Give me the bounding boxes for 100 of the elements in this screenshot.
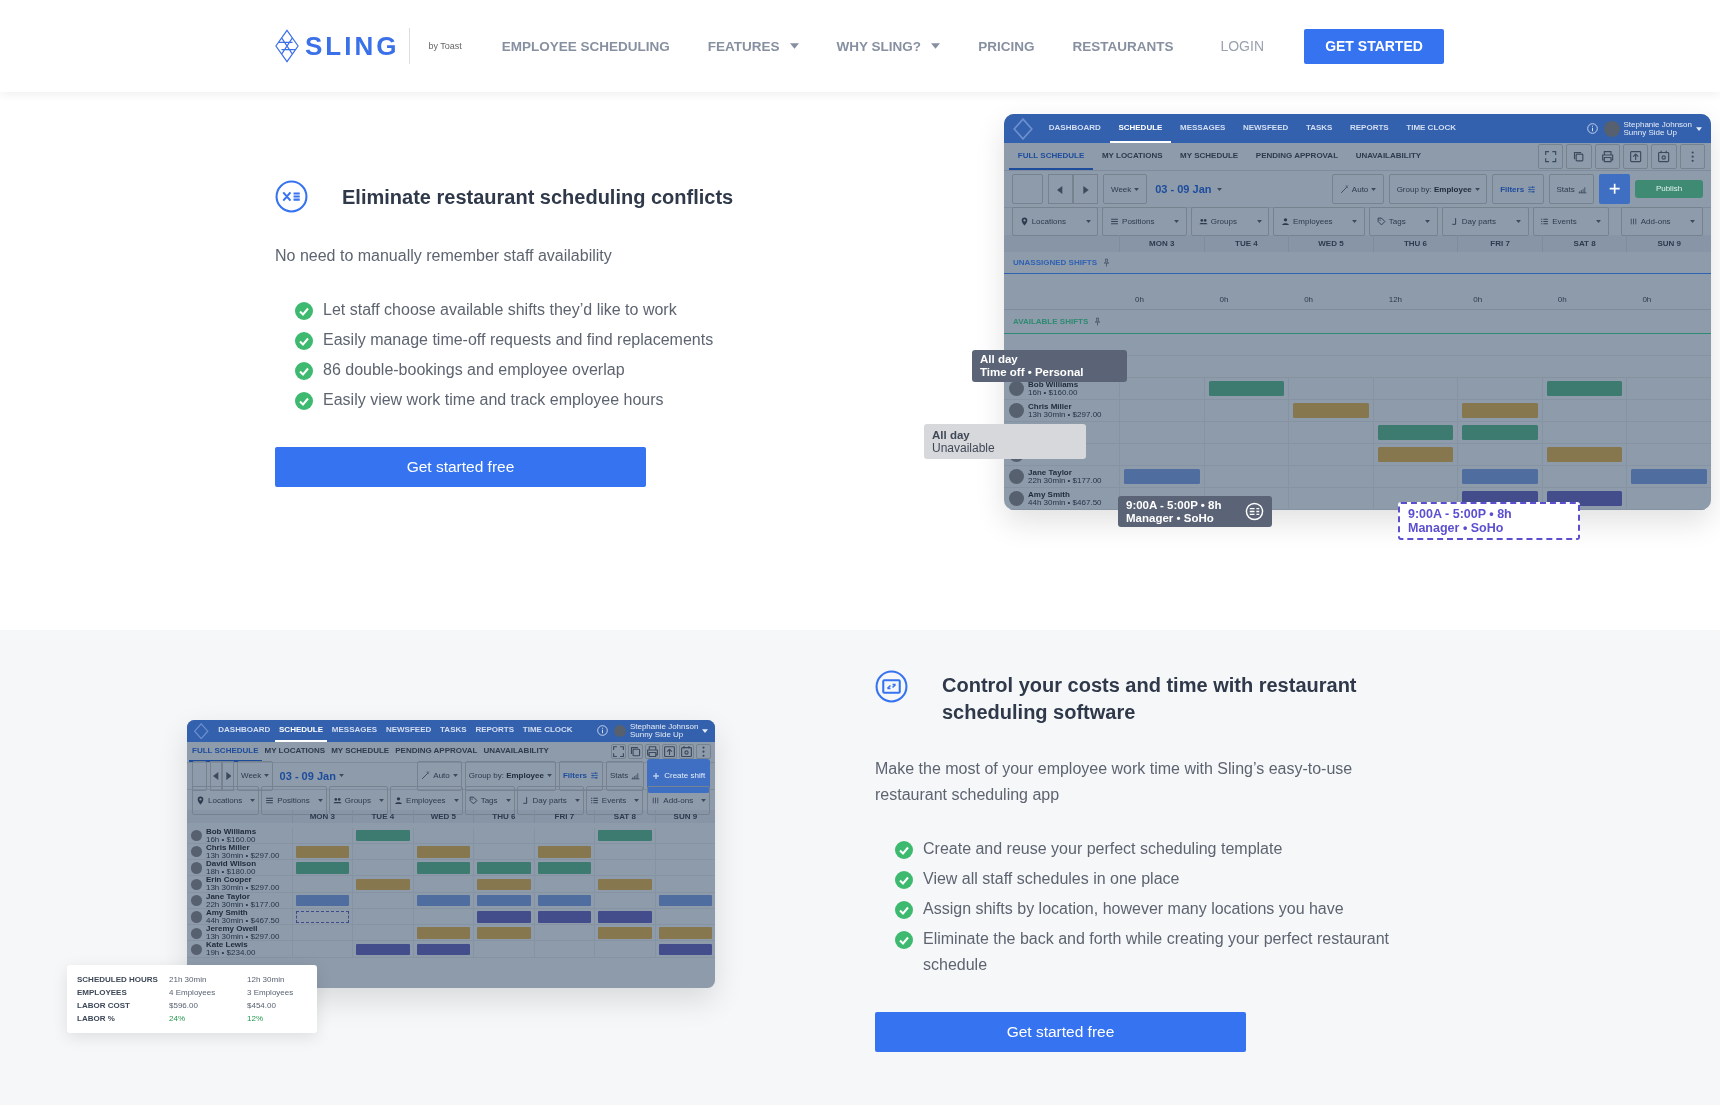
open-shift-slot[interactable] bbox=[295, 911, 350, 923]
login-link[interactable]: LOGIN bbox=[1220, 38, 1264, 54]
view-dropdown[interactable]: Week bbox=[1103, 173, 1147, 205]
next-button[interactable] bbox=[1073, 173, 1099, 205]
app-nav-tab[interactable]: MESSAGES bbox=[1171, 114, 1235, 143]
filter-dropdown[interactable]: Locations bbox=[1012, 206, 1099, 237]
person-icon bbox=[1281, 217, 1291, 226]
filter-dropdown[interactable]: Day parts bbox=[1442, 206, 1529, 237]
checkbox[interactable] bbox=[192, 760, 207, 792]
employee-name: Amy Smith bbox=[205, 908, 249, 917]
day-header: SAT 8 bbox=[1573, 239, 1596, 248]
toolbar-button[interactable] bbox=[611, 744, 627, 760]
nav-link[interactable]: RESTAURANTS bbox=[1072, 38, 1174, 54]
caret-icon bbox=[1425, 220, 1431, 223]
employee-name: Kate Lewis bbox=[205, 941, 249, 950]
caret-icon bbox=[1596, 220, 1602, 223]
app-nav-tab[interactable]: REPORTS bbox=[1341, 114, 1398, 143]
user-name: Stephanie Johnson bbox=[1623, 120, 1692, 129]
nav-link[interactable]: EMPLOYEE SCHEDULING bbox=[501, 38, 670, 54]
app-nav-tab[interactable]: TASKS bbox=[435, 720, 471, 742]
check-icon bbox=[895, 931, 913, 949]
auto-dropdown[interactable]: Auto bbox=[1332, 173, 1384, 205]
view-tab[interactable]: MY SCHEDULE bbox=[328, 741, 393, 762]
get-started-button[interactable]: GET STARTED bbox=[1304, 28, 1444, 64]
app-nav-tab[interactable]: NEWSFEED bbox=[1234, 114, 1298, 143]
toolbar-button[interactable] bbox=[1679, 143, 1705, 170]
toolbar-button[interactable] bbox=[1594, 143, 1620, 170]
feature-text: View all staff schedules in one place bbox=[923, 869, 1180, 889]
view-tab[interactable]: MY LOCATIONS bbox=[1093, 143, 1172, 170]
filters-button[interactable]: Filters bbox=[1492, 173, 1544, 205]
nav-link[interactable]: WHY SLING? bbox=[836, 38, 941, 54]
previous-button[interactable] bbox=[1047, 173, 1073, 205]
view-tab[interactable]: MY LOCATIONS bbox=[261, 741, 329, 762]
date-range: 03 - 09 Jan bbox=[279, 769, 336, 782]
avatar bbox=[190, 862, 202, 874]
group-by-dropdown[interactable]: Group by: Employee bbox=[1389, 173, 1488, 205]
toolbar-button[interactable] bbox=[1566, 143, 1592, 170]
upload-icon bbox=[663, 744, 677, 759]
view-tab[interactable]: PENDING APPROVAL bbox=[392, 741, 481, 762]
nav-link[interactable]: FEATURES bbox=[707, 38, 799, 54]
employee-hours: 22h 30min • $177.00 bbox=[205, 900, 280, 909]
avatar bbox=[190, 927, 202, 939]
bullet-list-icon bbox=[1540, 217, 1550, 226]
print-icon bbox=[646, 744, 660, 759]
filter-dropdown[interactable]: Locations bbox=[192, 785, 260, 815]
view-tab[interactable]: FULL SCHEDULE bbox=[189, 741, 262, 762]
app-nav-tab[interactable]: DASHBOARD bbox=[213, 720, 275, 742]
filter-dropdown[interactable]: Events bbox=[1532, 206, 1610, 237]
auto-dropdown[interactable]: Auto bbox=[417, 760, 462, 792]
filter-dropdown[interactable]: Employees bbox=[1273, 206, 1366, 237]
get-started-button[interactable]: Get started free bbox=[275, 447, 646, 487]
app-nav-tab[interactable]: TIME CLOCK bbox=[1397, 114, 1465, 143]
feature-text: Create and reuse your perfect scheduling template bbox=[923, 839, 1283, 859]
stat-label: LABOR COST bbox=[77, 1000, 130, 1012]
logo-byline: by Toast bbox=[428, 41, 462, 51]
caret-icon bbox=[702, 728, 709, 733]
nav-link[interactable]: PRICING bbox=[978, 38, 1035, 54]
app-nav-tab[interactable]: REPORTS bbox=[471, 720, 519, 742]
app-nav-tab[interactable]: SCHEDULE bbox=[1109, 114, 1172, 143]
checkbox[interactable] bbox=[1012, 173, 1043, 205]
hours-total: 12h bbox=[1387, 295, 1403, 304]
publish-button[interactable]: Publish bbox=[1635, 179, 1703, 199]
filter-dropdown[interactable]: Positions bbox=[1102, 206, 1187, 237]
view-tab[interactable]: UNAVAILABILITY bbox=[480, 741, 552, 762]
stats-button[interactable]: Stats bbox=[606, 760, 645, 792]
stat-value: 4 Employees bbox=[169, 987, 216, 999]
filter-dropdown[interactable]: Tags bbox=[1369, 206, 1439, 237]
app-nav-tab[interactable]: DASHBOARD bbox=[1040, 114, 1110, 143]
toolbar-button[interactable] bbox=[1538, 143, 1564, 170]
app-nav-tab[interactable]: MESSAGES bbox=[327, 720, 382, 742]
hours-total: 0h bbox=[1472, 295, 1483, 304]
add-button[interactable] bbox=[1599, 173, 1630, 205]
view-tab[interactable]: MY SCHEDULE bbox=[1171, 143, 1247, 170]
view-tab[interactable]: FULL SCHEDULE bbox=[1009, 143, 1094, 170]
app-nav-tab[interactable]: TIME CLOCK bbox=[518, 720, 577, 742]
stats-button[interactable]: Stats bbox=[1548, 173, 1595, 205]
filter-dropdown[interactable]: Groups bbox=[1191, 206, 1270, 237]
section-title: AVAILABLE SHIFTS bbox=[1013, 317, 1089, 326]
view-tab[interactable]: PENDING APPROVAL bbox=[1247, 143, 1347, 170]
app-nav-tab[interactable]: TASKS bbox=[1297, 114, 1342, 143]
app-nav-tab[interactable]: NEWSFEED bbox=[381, 720, 436, 742]
app-nav-tab[interactable]: SCHEDULE bbox=[274, 720, 328, 742]
day-header: SUN 9 bbox=[673, 812, 698, 822]
view-tab[interactable]: UNAVAILABILITY bbox=[1346, 143, 1430, 170]
toolbar-button[interactable] bbox=[1623, 143, 1649, 170]
toolbar-button[interactable] bbox=[1651, 143, 1677, 170]
toolbar-button[interactable] bbox=[628, 744, 644, 760]
group-by-dropdown[interactable]: Group by: Employee bbox=[464, 760, 556, 792]
toolbar-button[interactable] bbox=[645, 744, 661, 760]
get-started-button[interactable]: Get started free bbox=[875, 1012, 1246, 1052]
filters-button[interactable]: Filters bbox=[558, 760, 603, 792]
day-header: TUE 4 bbox=[371, 812, 395, 822]
caret-icon bbox=[1352, 220, 1358, 223]
caret-icon bbox=[264, 774, 270, 778]
location-pin-icon bbox=[1019, 217, 1029, 226]
check-icon bbox=[295, 332, 313, 350]
caret-icon bbox=[574, 798, 580, 802]
logo-icon bbox=[1012, 117, 1034, 140]
add-ons-dropdown[interactable]: Add-ons bbox=[1621, 206, 1704, 237]
view-dropdown[interactable]: Week bbox=[237, 760, 274, 792]
